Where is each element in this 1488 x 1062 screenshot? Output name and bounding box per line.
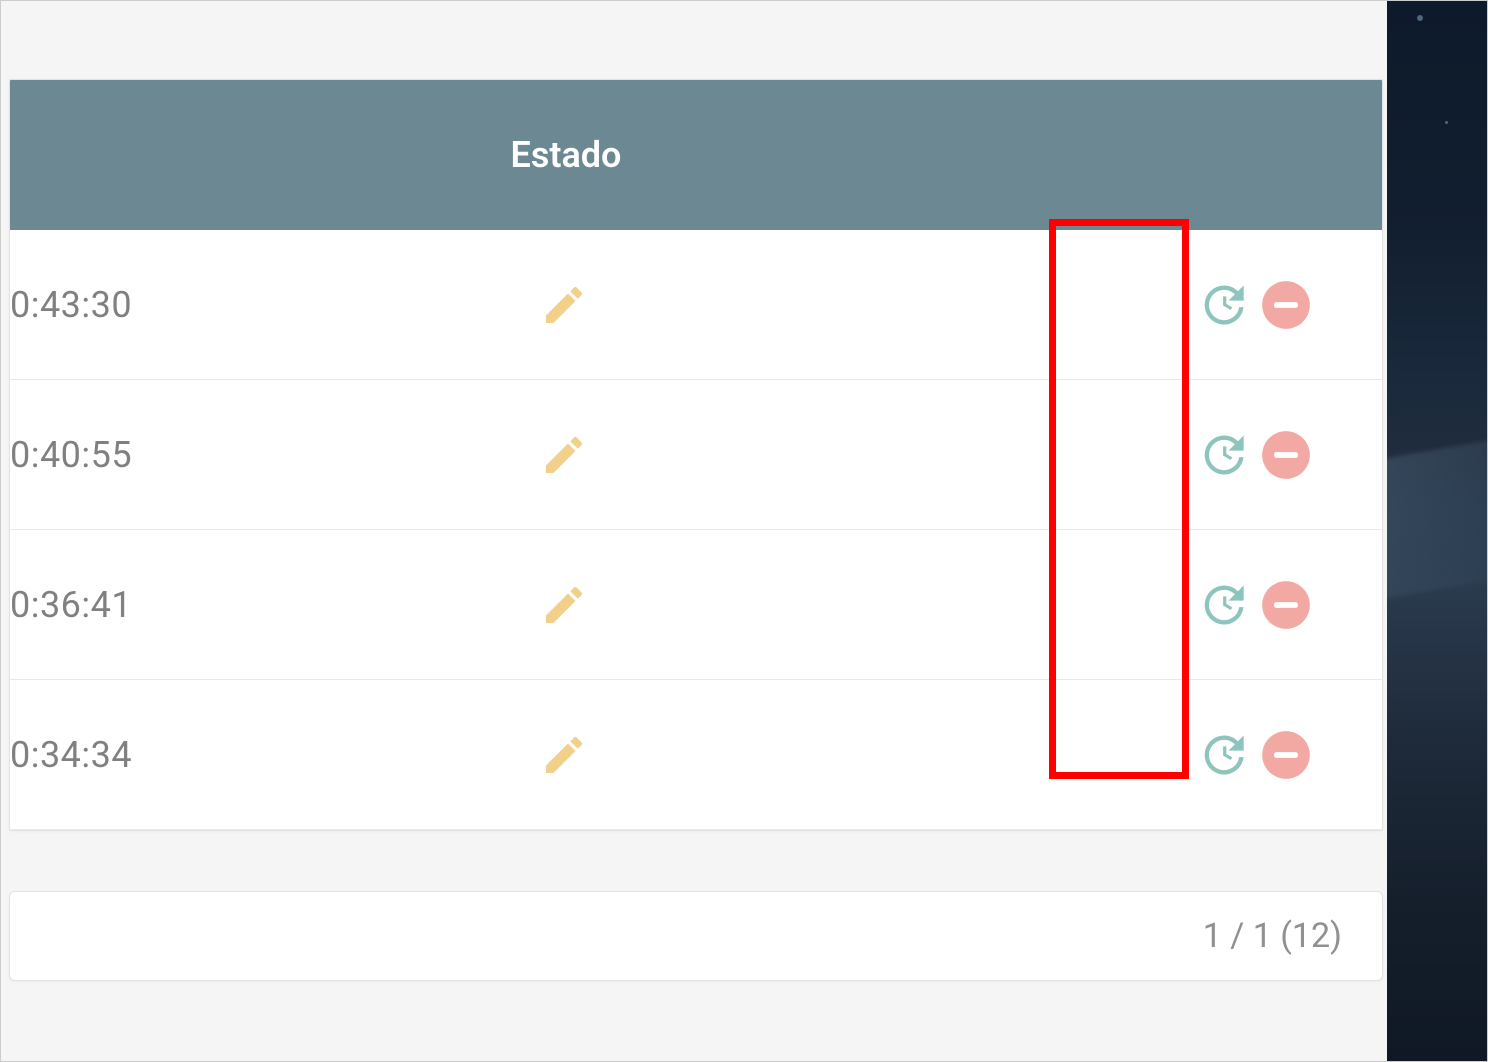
table-body: 0:43:30 0:40:55 — [10, 230, 1382, 830]
pencil-icon[interactable] — [540, 731, 588, 779]
cell-status — [320, 581, 1196, 629]
history-icon[interactable] — [1196, 729, 1248, 781]
column-header-status: Estado — [50, 134, 1342, 176]
table-header: Estado — [10, 80, 1382, 230]
pencil-icon[interactable] — [540, 281, 588, 329]
cell-actions — [1196, 729, 1372, 781]
cell-time: 0:40:55 — [10, 434, 320, 476]
table-container: Estado 0:43:30 — [9, 79, 1383, 831]
remove-icon[interactable] — [1260, 729, 1312, 781]
history-icon[interactable] — [1196, 279, 1248, 331]
cell-actions — [1196, 429, 1372, 481]
cell-time: 0:43:30 — [10, 284, 320, 326]
remove-icon[interactable] — [1260, 579, 1312, 631]
pagination-bar: 1 / 1 (12) — [9, 891, 1383, 981]
pencil-icon[interactable] — [540, 431, 588, 479]
cell-status — [320, 731, 1196, 779]
main-panel: Estado 0:43:30 — [1, 1, 1387, 1061]
cell-time: 0:34:34 — [10, 734, 320, 776]
cell-actions — [1196, 579, 1372, 631]
desktop-background-strip — [1387, 1, 1487, 1061]
pencil-icon[interactable] — [540, 581, 588, 629]
table-row: 0:36:41 — [10, 530, 1382, 680]
pagination-text: 1 / 1 (12) — [1203, 916, 1342, 956]
history-icon[interactable] — [1196, 579, 1248, 631]
remove-icon[interactable] — [1260, 429, 1312, 481]
history-icon[interactable] — [1196, 429, 1248, 481]
cell-status — [320, 281, 1196, 329]
table-row: 0:34:34 — [10, 680, 1382, 830]
remove-icon[interactable] — [1260, 279, 1312, 331]
cell-status — [320, 431, 1196, 479]
top-spacer — [9, 9, 1383, 79]
cell-actions — [1196, 279, 1372, 331]
cell-time: 0:36:41 — [10, 584, 320, 626]
table-row: 0:40:55 — [10, 380, 1382, 530]
table-row: 0:43:30 — [10, 230, 1382, 380]
